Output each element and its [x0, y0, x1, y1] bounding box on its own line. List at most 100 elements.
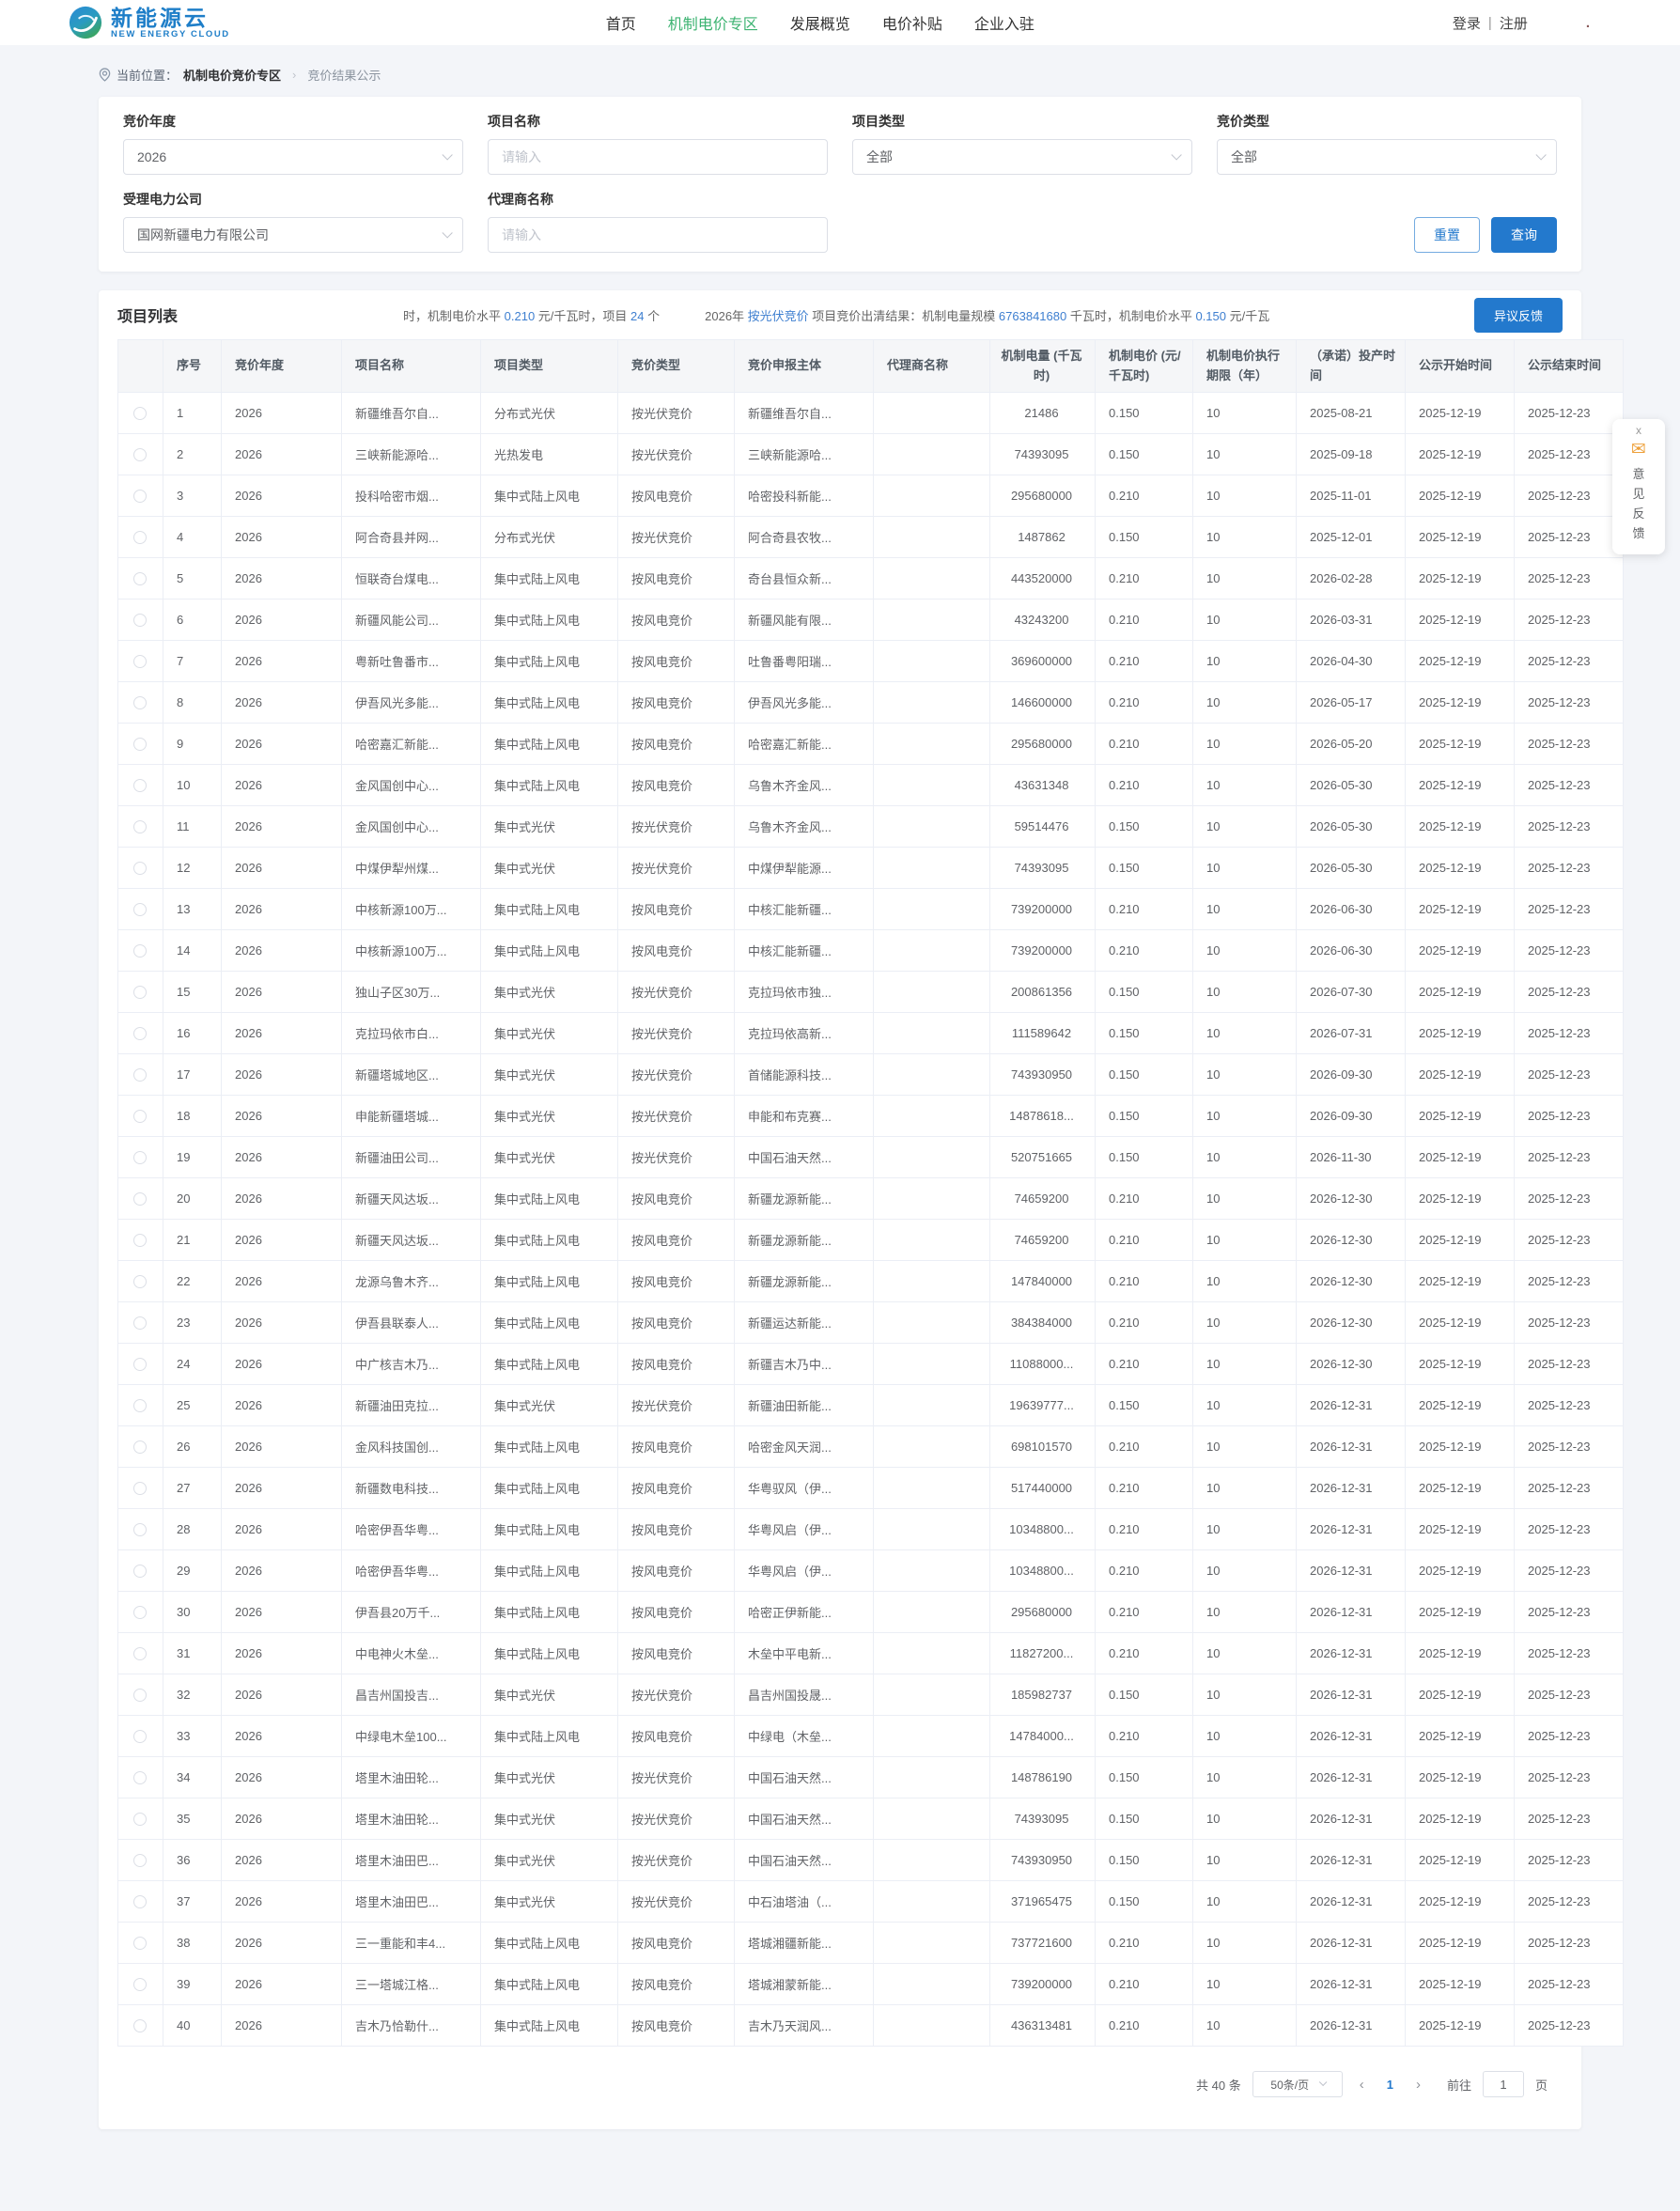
cell-publicity-start: 2025-12-19: [1405, 1467, 1515, 1509]
cell-applicant: 中国石油天然...: [734, 1756, 874, 1798]
cell-production-date: 2025-08-21: [1296, 392, 1406, 434]
breadcrumb-root[interactable]: 机制电价竞价专区: [183, 66, 281, 84]
reset-button[interactable]: 重置: [1414, 217, 1480, 253]
page-size-select[interactable]: 50条/页: [1252, 2071, 1343, 2097]
register-link[interactable]: 注册: [1500, 13, 1528, 33]
cell-seq: 1: [163, 392, 222, 434]
cell-project-type: 集中式陆上风电: [480, 1177, 618, 1220]
filter-field-project-name: 项目名称: [488, 112, 828, 175]
project-type-select[interactable]: 全部: [852, 139, 1192, 175]
table-row: 35 2026 塔里木油田轮... 集中式光伏 按光伏竞价 中国石油天然... 743930…: [117, 1798, 1624, 1840]
cell-applicant: 克拉玛依市独...: [734, 971, 874, 1013]
cell-term: 10: [1192, 599, 1297, 641]
nav-item-enterprise-join[interactable]: 企业入驻: [974, 11, 1034, 34]
row-radio-button[interactable]: [132, 862, 147, 876]
row-radio-button[interactable]: [132, 944, 147, 958]
row-radio-button[interactable]: [132, 738, 147, 752]
cell-project-name: 阿合奇县并网...: [341, 516, 481, 558]
agent-name-input[interactable]: [488, 217, 828, 253]
row-radio-button[interactable]: [132, 820, 147, 834]
row-radio-button[interactable]: [132, 448, 147, 462]
row-radio-button[interactable]: [132, 1647, 147, 1661]
bidding-type-select[interactable]: 全部: [1217, 139, 1557, 175]
cell-agent: [873, 1922, 990, 1964]
row-radio-button[interactable]: [132, 407, 147, 421]
cell-agent: [873, 1674, 990, 1716]
cell-publicity-start: 2025-12-19: [1405, 1260, 1515, 1302]
project-name-input[interactable]: [488, 139, 828, 175]
table-row: 36 2026 塔里木油田巴... 集中式光伏 按光伏竞价 中国石油天然... 743930…: [117, 1839, 1624, 1881]
cell-production-date: 2026-12-31: [1296, 1963, 1406, 2005]
table-row: 31 2026 中电神火木垒... 集中式陆上风电 按风电竞价 木垒中平电新... 1182…: [117, 1632, 1624, 1674]
row-radio-button[interactable]: [132, 696, 147, 710]
row-radio-button[interactable]: [132, 531, 147, 545]
close-icon[interactable]: x: [1612, 423, 1665, 438]
row-radio-button[interactable]: [132, 1523, 147, 1537]
feedback-widget[interactable]: x ✉ 意见反馈: [1612, 419, 1665, 554]
row-radio-button[interactable]: [132, 1606, 147, 1620]
row-radio-button[interactable]: [132, 1771, 147, 1785]
cell-radio: [117, 1384, 163, 1426]
row-radio-button[interactable]: [132, 614, 147, 628]
cell-radio: [117, 1508, 163, 1550]
row-radio-button[interactable]: [132, 572, 147, 586]
row-radio-button[interactable]: [132, 1399, 147, 1413]
breadcrumb-separator: ›: [292, 68, 297, 82]
row-radio-button[interactable]: [132, 655, 147, 669]
row-radio-button[interactable]: [132, 1689, 147, 1703]
row-radio-button[interactable]: [132, 1813, 147, 1827]
goto-page-input[interactable]: [1482, 2071, 1524, 2097]
row-radio-button[interactable]: [132, 1895, 147, 1909]
cell-seq: 32: [163, 1674, 222, 1716]
current-page[interactable]: 1: [1381, 2078, 1399, 2092]
row-radio-button[interactable]: [132, 1937, 147, 1951]
row-radio-button[interactable]: [132, 1068, 147, 1082]
table-row: 6 2026 新疆风能公司... 集中式陆上风电 按风电竞价 新疆风能有限... 43243…: [117, 599, 1624, 641]
row-radio-button[interactable]: [132, 1234, 147, 1248]
cell-agent: [873, 1260, 990, 1302]
power-company-select[interactable]: 国网新疆电力有限公司: [123, 217, 463, 253]
row-radio-button[interactable]: [132, 1110, 147, 1124]
row-radio-button[interactable]: [132, 1440, 147, 1455]
row-radio-button[interactable]: [132, 1565, 147, 1579]
bidding-year-select[interactable]: 2026: [123, 139, 463, 175]
goto-label: 前往: [1446, 2078, 1471, 2093]
login-link[interactable]: 登录: [1453, 13, 1481, 33]
next-page-button[interactable]: ›: [1410, 2077, 1426, 2093]
nav-item-home[interactable]: 首页: [606, 11, 636, 34]
nav-item-price-subsidy[interactable]: 电价补贴: [882, 11, 942, 34]
cell-seq: 38: [163, 1922, 222, 1964]
row-radio-button[interactable]: [132, 1358, 147, 1372]
cell-publicity-end: 2025-12-23: [1514, 516, 1624, 558]
nav-item-mechanism-price[interactable]: 机制电价专区: [668, 11, 758, 34]
cell-energy: 371965475: [989, 1880, 1096, 1923]
cell-price: 0.210: [1095, 1591, 1193, 1633]
cell-project-name: 中电神火木垒...: [341, 1632, 481, 1674]
row-radio-button[interactable]: [132, 2019, 147, 2033]
row-radio-button[interactable]: [132, 1275, 147, 1289]
row-radio-button[interactable]: [132, 1978, 147, 1992]
prev-page-button[interactable]: ‹: [1354, 2077, 1370, 2093]
row-radio-button[interactable]: [132, 1027, 147, 1041]
row-radio-button[interactable]: [132, 1730, 147, 1744]
row-radio-button[interactable]: [132, 903, 147, 917]
row-radio-button[interactable]: [132, 986, 147, 1000]
nav-item-development-overview[interactable]: 发展概览: [790, 11, 850, 34]
row-radio-button[interactable]: [132, 1192, 147, 1207]
cell-publicity-start: 2025-12-19: [1405, 1880, 1515, 1923]
row-radio-button[interactable]: [132, 1854, 147, 1868]
cell-applicant: 三峡新能源哈...: [734, 433, 874, 475]
row-radio-button[interactable]: [132, 1151, 147, 1165]
cell-applicant: 昌吉州国投晟...: [734, 1674, 874, 1716]
cell-project-name: 中核新源100万...: [341, 929, 481, 972]
objection-feedback-button[interactable]: 异议反馈: [1473, 297, 1563, 333]
row-radio-button[interactable]: [132, 779, 147, 793]
top-header: 新能源云 NEW ENERGY CLOUD 首页 机制电价专区 发展概览 电价补贴 企业…: [0, 0, 1680, 45]
logo[interactable]: 新能源云 NEW ENERGY CLOUD: [68, 5, 230, 40]
cell-seq: 15: [163, 971, 222, 1013]
row-radio-button[interactable]: [132, 1482, 147, 1496]
cell-project-name: 三一重能和丰4...: [341, 1922, 481, 1964]
row-radio-button[interactable]: [132, 1316, 147, 1331]
row-radio-button[interactable]: [132, 490, 147, 504]
search-button[interactable]: 查询: [1491, 217, 1557, 253]
